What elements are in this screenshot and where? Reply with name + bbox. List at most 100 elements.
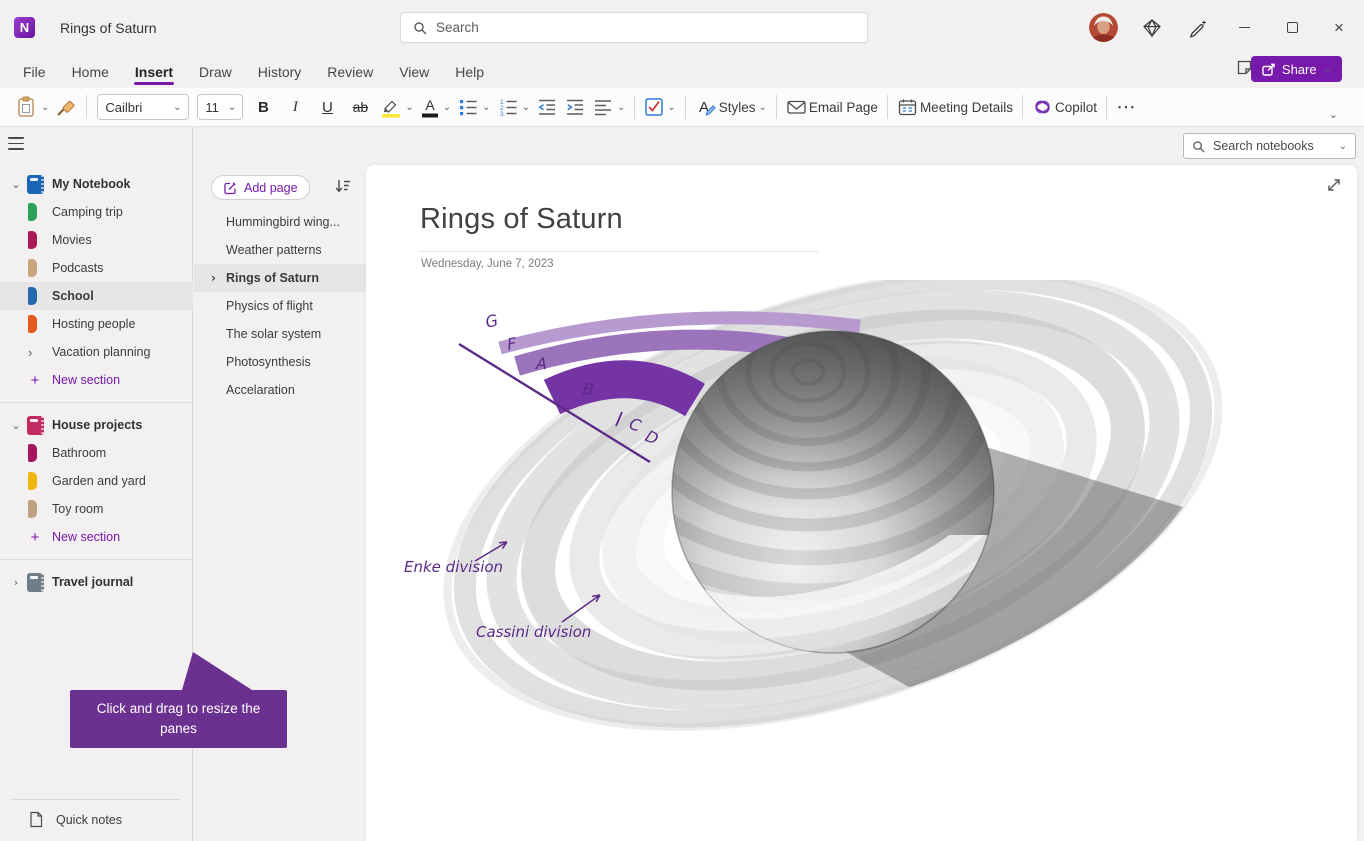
expand-page-icon[interactable] (1324, 175, 1344, 195)
tab-draw[interactable]: Draw (186, 55, 245, 88)
sidebar-section-movies[interactable]: Movies (0, 226, 193, 254)
ribbon-collapse-chevron-icon[interactable]: ⌄ (1329, 108, 1338, 121)
avatar[interactable] (1089, 13, 1118, 42)
section-label: New section (52, 373, 120, 387)
section-label: Vacation planning (52, 345, 150, 359)
page-item-hummingbird-wing-[interactable]: Hummingbird wing... (194, 208, 366, 236)
ink-pen-icon[interactable] (1186, 16, 1210, 40)
bullet-list-icon (457, 96, 479, 118)
notebook-my-notebook[interactable]: ⌄My Notebook (0, 170, 193, 198)
sidebar-section-school[interactable]: School (0, 282, 193, 310)
section-label: Garden and yard (52, 474, 146, 488)
font-name-select[interactable]: Cailbri⌄ (97, 94, 189, 120)
page-title[interactable]: Rings of Saturn (420, 203, 623, 236)
minimize-button[interactable] (1221, 0, 1267, 55)
todo-tag-button[interactable]: ⌄ (641, 92, 678, 122)
format-painter-button[interactable] (52, 92, 80, 122)
page-item-title: Rings of Saturn (226, 271, 319, 285)
format-painter-icon (55, 96, 77, 118)
notebook-travel-journal[interactable]: ›Travel journal (0, 568, 193, 596)
notebook-house-projects[interactable]: ⌄House projects (0, 411, 193, 439)
meeting-details-button[interactable]: Meeting Details (894, 92, 1016, 122)
notebook-icon (27, 416, 44, 435)
maximize-button[interactable] (1269, 0, 1315, 55)
page-item-title: The solar system (226, 327, 321, 341)
ribbon-toolbar: ⌄ Cailbri⌄ 11⌄ B I U ab ⌄ A (0, 88, 1364, 127)
section-label: Toy room (52, 502, 103, 516)
bold-button[interactable]: B (247, 92, 279, 122)
page-item-accelaration[interactable]: Accelaration (194, 376, 366, 404)
sidebar-section-podcasts[interactable]: Podcasts (0, 254, 193, 282)
page-item-title: Hummingbird wing... (226, 215, 340, 229)
page-item-weather-patterns[interactable]: Weather patterns (194, 236, 366, 264)
italic-button[interactable]: I (279, 92, 311, 122)
section-color-tab (28, 259, 37, 277)
decrease-indent-button[interactable] (533, 92, 561, 122)
tab-view[interactable]: View (386, 55, 442, 88)
page-item-physics-of-flight[interactable]: Physics of flight (194, 292, 366, 320)
tab-review[interactable]: Review (314, 55, 386, 88)
share-label: Share (1282, 62, 1317, 77)
tab-help[interactable]: Help (442, 55, 497, 88)
sidebar-divider (0, 559, 193, 560)
font-color-button[interactable]: A ⌄ (417, 92, 454, 122)
quick-notes-label: Quick notes (56, 813, 122, 827)
outdent-icon (536, 96, 558, 118)
sidebar-section-toy-room[interactable]: Toy room (0, 495, 193, 523)
add-page-icon (223, 181, 237, 195)
saturn-figure[interactable]: GFABCD Enke divisionCassini division (376, 280, 1226, 740)
chevron-right-icon[interactable]: › (8, 576, 24, 589)
increase-indent-button[interactable] (561, 92, 589, 122)
more-options-button[interactable]: ⋯ (1113, 92, 1139, 122)
add-page-button[interactable]: Add page (211, 175, 310, 200)
new-section-button[interactable]: +New section (0, 523, 193, 551)
chevron-down-icon[interactable]: ⌄ (8, 178, 24, 191)
page-item-the-solar-system[interactable]: The solar system (194, 320, 366, 348)
division-label-cassini: Cassini division (476, 623, 591, 641)
copilot-button[interactable]: Copilot (1029, 92, 1100, 122)
paste-button[interactable]: ⌄ (12, 92, 52, 122)
sidebar-section-bathroom[interactable]: Bathroom (0, 439, 193, 467)
sidebar-section-garden-and-yard[interactable]: Garden and yard (0, 467, 193, 495)
sidebar-section-vacation-planning[interactable]: ›Vacation planning (0, 338, 193, 366)
tab-insert[interactable]: Insert (122, 55, 186, 88)
page-canvas[interactable]: Rings of Saturn Wednesday, June 7, 2023 (366, 165, 1357, 841)
search-input[interactable]: Search (400, 12, 868, 43)
section-color-tab (28, 472, 37, 490)
sidebar-section-camping-trip[interactable]: Camping trip (0, 198, 193, 226)
search-icon (1192, 140, 1205, 153)
page-item-rings-of-saturn[interactable]: ›Rings of Saturn (194, 264, 366, 292)
email-page-button[interactable]: Email Page (783, 92, 881, 122)
page-item-photosynthesis[interactable]: Photosynthesis (194, 348, 366, 376)
section-color-tab (28, 500, 37, 518)
plus-icon: + (28, 372, 42, 389)
underline-button[interactable]: U (311, 92, 343, 122)
styles-button[interactable]: A Styles⌄ (692, 92, 770, 122)
sidebar-section-hosting-people[interactable]: Hosting people (0, 310, 193, 338)
section-label: Podcasts (52, 261, 103, 275)
page-date: Wednesday, June 7, 2023 (421, 258, 554, 270)
strikethrough-button[interactable]: ab (343, 92, 377, 122)
tab-file[interactable]: File (10, 55, 59, 88)
quick-notes-button[interactable]: Quick notes (0, 805, 193, 834)
numbering-button[interactable]: 123 ⌄ (494, 92, 533, 122)
alignment-button[interactable]: ⌄ (589, 92, 628, 122)
envelope-icon (786, 97, 807, 117)
font-size-select[interactable]: 11⌄ (197, 94, 243, 120)
bullets-button[interactable]: ⌄ (454, 92, 493, 122)
division-label-enke: Enke division (404, 558, 503, 576)
tab-history[interactable]: History (245, 55, 315, 88)
tab-home[interactable]: Home (59, 55, 122, 88)
new-section-button[interactable]: + New section (0, 366, 193, 394)
plus-icon: + (28, 529, 42, 546)
sort-pages-icon[interactable] (334, 177, 352, 195)
search-notebooks-input[interactable]: Search notebooks ⌄ (1183, 133, 1356, 159)
section-label: Hosting people (52, 317, 135, 331)
highlight-button[interactable]: ⌄ (377, 92, 416, 122)
notebooks-sidebar: ⌄My NotebookCamping tripMovies Podcasts Sc… (0, 127, 193, 841)
chevron-down-icon[interactable]: ⌄ (8, 419, 24, 432)
close-button[interactable]: × (1316, 0, 1362, 55)
share-button[interactable]: Share ⌄ (1251, 56, 1342, 82)
premium-diamond-icon[interactable] (1140, 16, 1164, 40)
align-icon (592, 96, 614, 118)
